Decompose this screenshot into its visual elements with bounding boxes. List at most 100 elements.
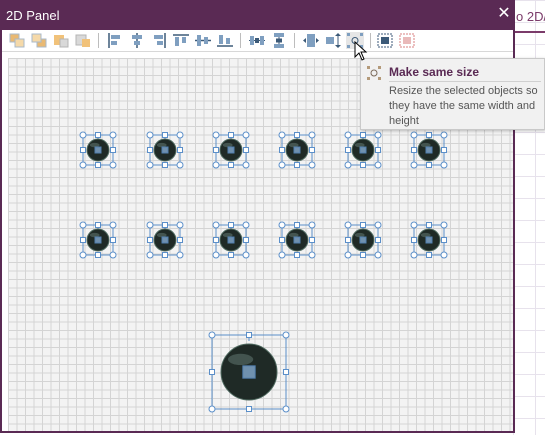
resize-handle[interactable] [440, 131, 448, 139]
canvas-object[interactable] [410, 221, 448, 259]
resize-handle[interactable] [177, 237, 183, 243]
send-to-back-button[interactable] [30, 32, 48, 49]
resize-handle[interactable] [344, 221, 352, 229]
resize-handle[interactable] [375, 237, 381, 243]
resize-handle[interactable] [228, 132, 234, 138]
resize-handle[interactable] [95, 252, 101, 258]
resize-handle[interactable] [176, 131, 184, 139]
resize-handle[interactable] [308, 251, 316, 259]
resize-handle[interactable] [95, 132, 101, 138]
resize-handle[interactable] [212, 221, 220, 229]
canvas-object[interactable] [212, 221, 250, 259]
resize-handle[interactable] [411, 237, 417, 243]
resize-handle[interactable] [410, 131, 418, 139]
resize-handle[interactable] [282, 331, 290, 339]
group-button[interactable] [376, 32, 394, 49]
resize-handle[interactable] [95, 222, 101, 228]
distribute-horizontal-button[interactable] [248, 32, 266, 49]
resize-handle[interactable] [360, 132, 366, 138]
resize-handle[interactable] [246, 406, 252, 412]
resize-handle[interactable] [294, 222, 300, 228]
resize-handle[interactable] [162, 222, 168, 228]
align-middle-button[interactable] [194, 32, 212, 49]
resize-handle[interactable] [208, 331, 216, 339]
resize-handle[interactable] [147, 147, 153, 153]
resize-handle[interactable] [279, 147, 285, 153]
resize-handle[interactable] [360, 252, 366, 258]
resize-handle[interactable] [344, 251, 352, 259]
resize-handle[interactable] [146, 251, 154, 259]
resize-handle[interactable] [441, 237, 447, 243]
resize-handle[interactable] [374, 131, 382, 139]
canvas-object[interactable] [79, 221, 117, 259]
resize-handle[interactable] [441, 147, 447, 153]
resize-handle[interactable] [278, 221, 286, 229]
resize-handle[interactable] [228, 222, 234, 228]
resize-handle[interactable] [308, 131, 316, 139]
canvas-object[interactable] [146, 221, 184, 259]
resize-handle[interactable] [426, 222, 432, 228]
resize-handle[interactable] [110, 237, 116, 243]
canvas-object[interactable] [212, 131, 250, 169]
resize-handle[interactable] [345, 147, 351, 153]
resize-handle[interactable] [79, 131, 87, 139]
resize-handle[interactable] [374, 161, 382, 169]
resize-handle[interactable] [212, 251, 220, 259]
canvas-object[interactable] [278, 131, 316, 169]
resize-handle[interactable] [374, 221, 382, 229]
align-left-button[interactable] [106, 32, 124, 49]
send-backward-button[interactable] [74, 32, 92, 49]
resize-handle[interactable] [426, 132, 432, 138]
resize-handle[interactable] [243, 147, 249, 153]
align-center-button[interactable] [128, 32, 146, 49]
resize-handle[interactable] [162, 132, 168, 138]
resize-handle[interactable] [242, 131, 250, 139]
resize-handle[interactable] [374, 251, 382, 259]
distribute-vertical-button[interactable] [270, 32, 288, 49]
resize-handle[interactable] [208, 405, 216, 413]
resize-handle[interactable] [440, 221, 448, 229]
resize-handle[interactable] [176, 221, 184, 229]
resize-handle[interactable] [146, 131, 154, 139]
resize-handle[interactable] [162, 162, 168, 168]
resize-handle[interactable] [309, 147, 315, 153]
resize-handle[interactable] [212, 131, 220, 139]
resize-handle[interactable] [426, 162, 432, 168]
ungroup-button[interactable] [398, 32, 416, 49]
resize-handle[interactable] [95, 162, 101, 168]
resize-handle[interactable] [426, 252, 432, 258]
resize-handle[interactable] [294, 252, 300, 258]
resize-handle[interactable] [410, 251, 418, 259]
resize-handle[interactable] [279, 237, 285, 243]
resize-handle[interactable] [282, 405, 290, 413]
resize-handle[interactable] [79, 221, 87, 229]
resize-handle[interactable] [345, 237, 351, 243]
resize-handle[interactable] [146, 221, 154, 229]
resize-handle[interactable] [228, 162, 234, 168]
resize-handle[interactable] [375, 147, 381, 153]
canvas-object[interactable] [410, 131, 448, 169]
resize-handle[interactable] [242, 251, 250, 259]
resize-handle[interactable] [294, 162, 300, 168]
resize-handle[interactable] [278, 161, 286, 169]
bring-to-front-button[interactable] [8, 32, 26, 49]
canvas-object[interactable] [146, 131, 184, 169]
resize-handle[interactable] [147, 237, 153, 243]
resize-handle[interactable] [308, 221, 316, 229]
resize-handle[interactable] [110, 147, 116, 153]
resize-handle[interactable] [411, 147, 417, 153]
resize-handle[interactable] [344, 131, 352, 139]
resize-handle[interactable] [80, 147, 86, 153]
resize-handle[interactable] [176, 251, 184, 259]
resize-handle[interactable] [278, 131, 286, 139]
resize-handle[interactable] [213, 237, 219, 243]
resize-handle[interactable] [309, 237, 315, 243]
resize-handle[interactable] [410, 221, 418, 229]
canvas-object[interactable] [79, 131, 117, 169]
resize-handle[interactable] [440, 161, 448, 169]
resize-handle[interactable] [176, 161, 184, 169]
resize-handle[interactable] [243, 237, 249, 243]
resize-handle[interactable] [294, 132, 300, 138]
canvas-object[interactable] [278, 221, 316, 259]
resize-handle[interactable] [228, 252, 234, 258]
